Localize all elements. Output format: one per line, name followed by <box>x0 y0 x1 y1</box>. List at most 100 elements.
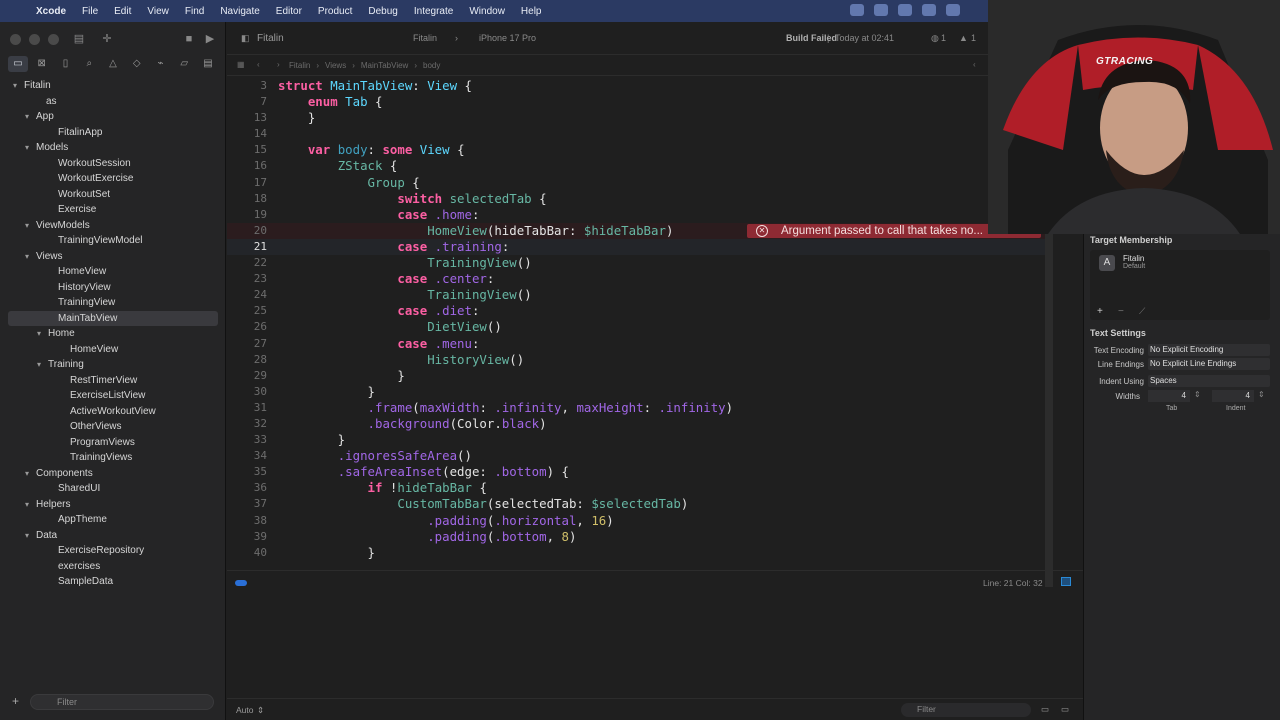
line-number[interactable]: 28 <box>227 352 267 368</box>
minimize-window-button[interactable] <box>29 34 40 45</box>
menu-navigate[interactable]: Navigate <box>212 6 267 17</box>
file-item[interactable]: ProgramViews <box>0 435 226 451</box>
file-item[interactable]: as <box>0 94 226 110</box>
line-number[interactable]: 7 <box>227 94 267 110</box>
line-number[interactable]: 32 <box>227 416 267 432</box>
file-item[interactable]: HistoryView <box>0 280 226 296</box>
destination-device[interactable]: iPhone 17 Pro <box>479 33 536 43</box>
disclosure-chevron-icon[interactable]: ▾ <box>22 466 32 482</box>
tests-tab-icon[interactable]: ◇ <box>127 56 147 72</box>
line-endings-select[interactable]: No Explicit Line Endings <box>1148 358 1270 370</box>
line-number[interactable]: 34 <box>227 448 267 464</box>
status-icon[interactable] <box>898 4 912 16</box>
code-line[interactable]: 34 .ignoresSafeArea() <box>227 448 1047 464</box>
code-line[interactable]: 14 <box>227 126 1047 142</box>
file-item[interactable]: WorkoutExercise <box>0 171 226 187</box>
line-number[interactable]: 22 <box>227 255 267 271</box>
disclosure-chevron-icon[interactable]: ▾ <box>22 497 32 513</box>
folder-item[interactable]: ▾ Data <box>0 528 226 544</box>
code-line[interactable]: 32 .background(Color.black) <box>227 416 1047 432</box>
disclosure-chevron-icon[interactable]: ▾ <box>22 140 32 156</box>
status-icon[interactable] <box>850 4 864 16</box>
file-item[interactable]: AppTheme <box>0 512 226 528</box>
file-item[interactable]: TrainingViews <box>0 450 226 466</box>
file-item[interactable]: SampleData <box>0 574 226 590</box>
code-line[interactable]: 33 } <box>227 432 1047 448</box>
debug-area-toggle[interactable] <box>235 580 247 586</box>
code-line[interactable]: 19 case .home: <box>227 207 1047 223</box>
file-item[interactable]: TrainingView <box>0 295 226 311</box>
file-item[interactable]: Exercise <box>0 202 226 218</box>
disclosure-chevron-icon[interactable]: ▾ <box>22 218 32 234</box>
target-name[interactable]: Fitalin <box>1123 254 1144 263</box>
navigator-filter-input[interactable]: Filter <box>30 694 214 710</box>
editor-mode-select[interactable]: Auto <box>236 705 254 715</box>
folder-item[interactable]: ▾ Components <box>0 466 226 482</box>
line-number[interactable]: 26 <box>227 319 267 335</box>
add-target-icon[interactable]: + <box>1097 306 1103 317</box>
folder-item[interactable]: ▾ Views <box>0 249 226 265</box>
line-number[interactable]: 24 <box>227 287 267 303</box>
menu-find[interactable]: Find <box>177 6 212 17</box>
remove-target-icon[interactable]: − <box>1118 306 1124 317</box>
previous-issue-icon[interactable]: ‹ <box>973 60 976 69</box>
project-navigator-tab-icon[interactable]: ▭ <box>8 56 28 72</box>
menu-view[interactable]: View <box>139 6 177 17</box>
menu-help[interactable]: Help <box>513 6 550 17</box>
encoding-select[interactable]: No Explicit Encoding <box>1148 344 1270 356</box>
line-number[interactable]: 37 <box>227 496 267 512</box>
line-number[interactable]: 33 <box>227 432 267 448</box>
jump-bar-segment[interactable]: MainTabView <box>361 61 408 70</box>
line-number[interactable]: 18 <box>227 191 267 207</box>
code-line[interactable]: 21 case .training: <box>227 238 1047 256</box>
code-line[interactable]: 3 struct MainTabView: View { <box>227 78 1047 94</box>
code-line[interactable]: 25 case .diet: <box>227 303 1047 319</box>
disclosure-chevron-icon[interactable]: ▾ <box>22 109 32 125</box>
debug-tab-icon[interactable]: ⌁ <box>151 56 171 72</box>
code-line[interactable]: 7 enum Tab { <box>227 94 1047 110</box>
close-window-button[interactable] <box>10 34 21 45</box>
code-line[interactable]: 15 var body: some View { <box>227 142 1047 158</box>
line-number[interactable]: 30 <box>227 384 267 400</box>
line-number[interactable]: 14 <box>227 126 267 142</box>
console-toggle-icon[interactable] <box>1061 577 1071 586</box>
sidebar-toggle-icon[interactable]: ▤ <box>72 33 86 45</box>
code-line[interactable]: 23 case .center: <box>227 271 1047 287</box>
menu-editor[interactable]: Editor <box>268 6 310 17</box>
code-line[interactable]: 36 if !hideTabBar { <box>227 480 1047 496</box>
file-item[interactable]: FitalinApp <box>0 125 226 141</box>
error-count[interactable]: 1 <box>971 33 976 43</box>
console-filter-input[interactable]: Filter <box>901 703 1031 717</box>
file-item[interactable]: WorkoutSession <box>0 156 226 172</box>
menu-debug[interactable]: Debug <box>360 6 405 17</box>
edit-target-icon[interactable]: ⟋ <box>1139 306 1145 317</box>
file-item[interactable]: ActiveWorkoutView <box>0 404 226 420</box>
line-number[interactable]: 27 <box>227 336 267 352</box>
status-icon[interactable] <box>874 4 888 16</box>
find-tab-icon[interactable]: ⌕ <box>79 56 99 72</box>
file-item[interactable]: SharedUI <box>0 481 226 497</box>
file-item[interactable]: WorkoutSet <box>0 187 226 203</box>
add-file-button[interactable]: + <box>12 694 19 708</box>
status-icon[interactable] <box>922 4 936 16</box>
code-line[interactable]: 31 .frame(maxWidth: .infinity, maxHeight… <box>227 400 1047 416</box>
folder-item[interactable]: ▾ Training <box>0 357 226 373</box>
file-item[interactable]: RestTimerView <box>0 373 226 389</box>
line-number[interactable]: 36 <box>227 480 267 496</box>
run-icon[interactable]: ▶ <box>203 33 217 45</box>
menu-window[interactable]: Window <box>461 6 513 17</box>
forward-icon[interactable]: › <box>277 60 280 69</box>
scheme-name[interactable]: Fitalin <box>257 33 284 44</box>
code-editor[interactable]: 3 struct MainTabView: View {7 enum Tab { 1… <box>227 78 1047 588</box>
code-line[interactable]: 27 case .menu: <box>227 336 1047 352</box>
breakpoints-tab-icon[interactable]: ▱ <box>174 56 194 72</box>
line-number[interactable]: 20 <box>227 223 267 239</box>
disclosure-chevron-icon[interactable]: ▾ <box>22 249 32 265</box>
split-right-icon[interactable]: ▭ <box>1061 704 1069 715</box>
folder-item[interactable]: ▾ Helpers <box>0 497 226 513</box>
menu-product[interactable]: Product <box>310 6 360 17</box>
disclosure-chevron-icon[interactable]: ▾ <box>34 326 44 342</box>
code-line[interactable]: 22 TrainingView() <box>227 255 1047 271</box>
grid-icon[interactable]: ▦ <box>237 60 245 69</box>
indent-width-field[interactable]: 4 <box>1212 390 1254 402</box>
